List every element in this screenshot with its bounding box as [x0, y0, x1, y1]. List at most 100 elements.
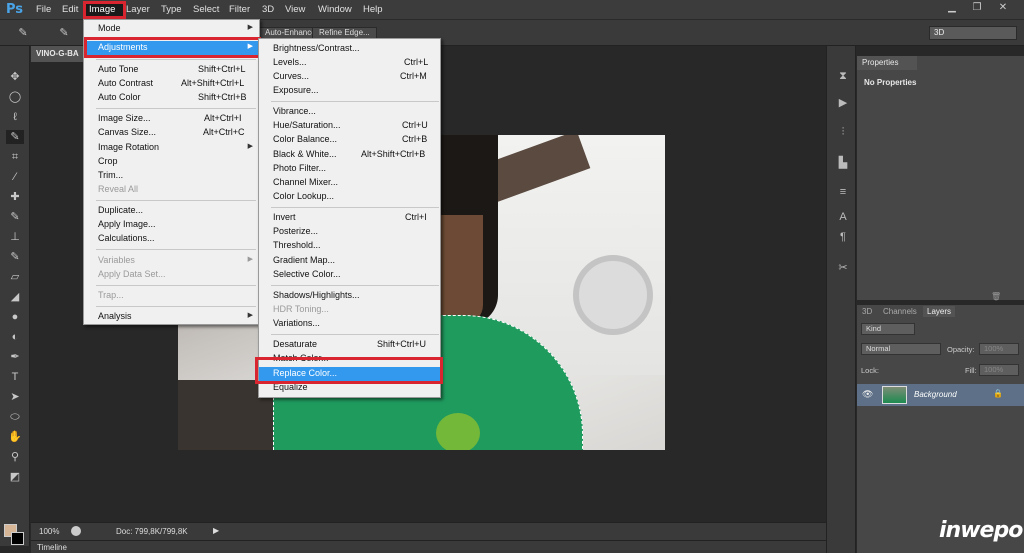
marquee-tool-icon[interactable]: ◯ [6, 90, 24, 104]
menu-item-hue-saturation[interactable]: Hue/Saturation... Ctrl+U [259, 119, 440, 133]
pen-tool-icon[interactable]: ✒ [6, 350, 24, 364]
menu-item-threshold[interactable]: Threshold... [259, 239, 440, 253]
crop-tool-icon[interactable]: ⌗ [6, 150, 24, 164]
fill-field[interactable]: 100% [979, 364, 1019, 376]
opacity-field[interactable]: 100% [979, 343, 1019, 355]
menu-item-crop[interactable]: Crop [84, 155, 259, 169]
menu-item-color-lookup[interactable]: Color Lookup... [259, 190, 440, 204]
layer-thumbnail [882, 386, 907, 404]
menu-item-color-balance[interactable]: Color Balance... Ctrl+B [259, 133, 440, 147]
paint-bucket-icon[interactable]: ◢ [6, 290, 24, 304]
history-brush-icon[interactable]: ✎ [6, 250, 24, 264]
menu-select[interactable]: Select [193, 4, 219, 15]
history-icon[interactable]: ⧗ [836, 70, 850, 84]
menu-item-desaturate[interactable]: Desaturate Shift+Ctrl+U [259, 338, 440, 352]
menu-item-trim[interactable]: Trim... [84, 169, 259, 183]
healing-brush-icon[interactable]: ✚ [6, 190, 24, 204]
menu-3d[interactable]: 3D [262, 4, 274, 15]
levels-icon[interactable]: ▙ [836, 156, 850, 170]
menu-item-brightness-contrast[interactable]: Brightness/Contrast... [259, 42, 440, 56]
menu-item-reveal-all: Reveal All [98, 184, 139, 194]
menu-edit[interactable]: Edit [62, 4, 78, 15]
paragraph-icon[interactable]: ¶ [836, 231, 850, 245]
blend-mode-select[interactable]: Normal [861, 343, 941, 355]
move-tool-icon[interactable]: ✥ [6, 70, 24, 84]
brush-preset-icon[interactable]: ✎ [55, 26, 73, 40]
visibility-eye-icon[interactable]: 👁 [862, 389, 873, 400]
adjustments-submenu: Brightness/Contrast... Levels... Ctrl+L C… [258, 38, 441, 398]
menu-item-vibrance[interactable]: Vibrance... [259, 105, 440, 119]
filter-kind-select[interactable]: Kind [861, 323, 915, 335]
actions-icon[interactable]: ▶ [836, 96, 850, 110]
background-color-swatch[interactable] [11, 532, 24, 545]
blur-tool-icon[interactable]: ● [6, 310, 24, 324]
menu-item-auto-tone[interactable]: Auto Tone Shift+Ctrl+L [84, 63, 259, 77]
menu-file[interactable]: File [36, 4, 51, 15]
tab-layers[interactable]: Layers [923, 306, 956, 317]
menu-filter[interactable]: Filter [229, 4, 250, 15]
menu-item-image-size[interactable]: Image Size... Alt+Ctrl+I [84, 112, 259, 126]
menu-item-canvas-size[interactable]: Canvas Size... Alt+Ctrl+C [84, 126, 259, 140]
menu-item-channel-mixer[interactable]: Channel Mixer... [259, 176, 440, 190]
menu-item-duplicate[interactable]: Duplicate... [84, 204, 259, 218]
zoom-tool-icon[interactable]: ⚲ [6, 450, 24, 464]
menu-item-image-rotation[interactable]: Image Rotation ▶ [84, 141, 259, 155]
menu-item-levels[interactable]: Levels... Ctrl+L [259, 56, 440, 70]
tool-preset-icon[interactable]: ✎ [14, 26, 32, 40]
layer-row-background[interactable]: 👁 Background 🔒 [857, 384, 1024, 406]
menu-item-auto-color[interactable]: Auto Color Shift+Ctrl+B [84, 91, 259, 105]
quick-selection-tool-icon[interactable]: ✎ [6, 130, 24, 144]
menu-item-variations[interactable]: Variations... [259, 317, 440, 331]
menu-item-calculations[interactable]: Calculations... [84, 232, 259, 246]
menu-type[interactable]: Type [161, 4, 182, 15]
timeline-tab[interactable]: Timeline [37, 543, 67, 552]
menu-item-analysis[interactable]: Analysis ▶ [84, 310, 259, 324]
brush-tool-icon[interactable]: ✎ [6, 210, 24, 224]
lasso-tool-icon[interactable]: ℓ [6, 110, 24, 124]
fill-label: Fill: [965, 366, 977, 375]
tool-presets-icon[interactable]: ✂ [836, 261, 850, 275]
menu-window[interactable]: Window [318, 4, 352, 15]
path-selection-icon[interactable]: ➤ [6, 390, 24, 404]
photoshop-logo: Ps [6, 2, 24, 17]
menu-item-selective-color[interactable]: Selective Color... [259, 268, 440, 282]
menu-item-shadows-highlights[interactable]: Shadows/Highlights... [259, 289, 440, 303]
menu-item-gradient-map[interactable]: Gradient Map... [259, 254, 440, 268]
workspace-select[interactable]: 3D [929, 26, 1017, 40]
eyedropper-tool-icon[interactable]: ⁄ [6, 170, 24, 184]
menu-item-exposure[interactable]: Exposure... [259, 84, 440, 98]
character-icon[interactable]: A [836, 211, 850, 225]
default-colors-icon[interactable]: ◩ [6, 470, 24, 484]
document-tab[interactable]: VINO-G-BA [31, 46, 91, 62]
adjustments-icon[interactable]: ⫶ [836, 126, 850, 140]
menu-item-photo-filter[interactable]: Photo Filter... [259, 162, 440, 176]
zoom-level[interactable]: 100% [39, 527, 59, 536]
clone-stamp-icon[interactable]: ⊥ [6, 230, 24, 244]
menu-layer[interactable]: Layer [126, 4, 150, 15]
trash-icon[interactable]: 🗑 [991, 292, 1001, 301]
share-icon[interactable] [71, 526, 81, 536]
menu-item-posterize[interactable]: Posterize... [259, 225, 440, 239]
dodge-tool-icon[interactable]: ◐ [6, 330, 24, 344]
menu-item-apply-image[interactable]: Apply Image... [84, 218, 259, 232]
menu-image[interactable]: Image [89, 4, 115, 15]
brush-panel-icon[interactable]: ≡ [836, 186, 850, 200]
restore-icon[interactable]: ❐ [966, 1, 988, 15]
menu-help[interactable]: Help [363, 4, 383, 15]
shape-tool-icon[interactable]: ⬭ [6, 410, 24, 424]
hand-tool-icon[interactable]: ✋ [6, 430, 24, 444]
menu-item-black-white[interactable]: Black & White... Alt+Shift+Ctrl+B [259, 148, 440, 162]
menu-view[interactable]: View [285, 4, 305, 15]
eraser-tool-icon[interactable]: ▱ [6, 270, 24, 284]
properties-tab[interactable]: Properties [857, 56, 917, 70]
minimize-icon[interactable]: ▁ [941, 1, 963, 15]
type-tool-icon[interactable]: T [6, 370, 24, 384]
tab-channels[interactable]: Channels [883, 307, 917, 316]
menu-item-curves[interactable]: Curves... Ctrl+M [259, 70, 440, 84]
menu-item-invert[interactable]: Invert Ctrl+I [259, 211, 440, 225]
close-icon[interactable]: ✕ [992, 1, 1014, 15]
tab-3d[interactable]: 3D [862, 307, 872, 316]
menu-item-auto-contrast[interactable]: Auto Contrast Alt+Shift+Ctrl+L [84, 77, 259, 91]
menu-item-mode[interactable]: Mode ▶ [84, 22, 259, 36]
status-arrow-icon[interactable]: ▶ [213, 526, 219, 535]
